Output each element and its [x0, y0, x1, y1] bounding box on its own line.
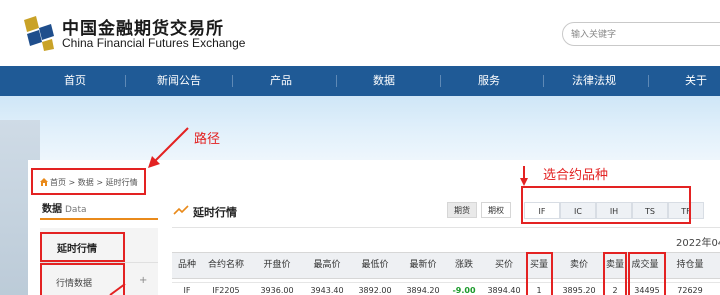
column-header-contract: 合约名称	[207, 260, 244, 270]
column-header-high: 最高价	[313, 260, 341, 270]
table-cell-ask: 3895.20	[562, 286, 596, 295]
nav-item-data[interactable]: 数据	[373, 66, 395, 96]
trend-line-icon	[173, 205, 189, 215]
sidebar-expand-icon[interactable]: +	[139, 275, 147, 286]
nav-item-home[interactable]: 首页	[64, 66, 86, 96]
nav-separator	[648, 75, 649, 87]
nav-separator	[336, 75, 337, 87]
column-header-ask: 卖价	[569, 260, 588, 270]
annotation-box-volume	[628, 252, 666, 295]
table-cell-last: 3894.20	[406, 286, 440, 295]
tab-options[interactable]: 期权	[481, 202, 511, 218]
main-nav: 首页 新闻公告 产品 数据 服务 法律法规 关于	[0, 66, 720, 96]
annotation-box-breadcrumb	[31, 168, 146, 195]
annotation-label-contract: 选合约品种	[543, 168, 609, 183]
column-header-open: 开盘价	[263, 260, 291, 270]
nav-item-laws[interactable]: 法律法规	[572, 66, 616, 96]
page-title: 延时行情	[193, 206, 237, 219]
logo-english-name: China Financial Futures Exchange	[62, 36, 246, 50]
table-cell-low: 3892.00	[358, 286, 392, 295]
nav-separator	[440, 75, 441, 87]
nav-separator	[125, 75, 126, 87]
table-cell-high: 3943.40	[310, 286, 344, 295]
table-cell-variety: IF	[183, 286, 191, 295]
sidebar-title-underline	[40, 218, 158, 220]
annotation-box-ask-volume	[603, 252, 627, 295]
column-header-bid: 买价	[494, 260, 513, 270]
nav-separator	[232, 75, 233, 87]
table-cell-open: 3936.00	[260, 286, 294, 295]
quote-date: 2022年04	[676, 238, 720, 249]
nav-item-about[interactable]: 关于	[685, 66, 707, 96]
nav-item-news[interactable]: 新闻公告	[157, 66, 201, 96]
annotation-box-sidebar-market-data	[40, 263, 125, 295]
annotation-label-path: 路径	[194, 132, 221, 147]
annotation-box-product-tabs	[521, 186, 691, 224]
sidebar-title-en: Data	[65, 205, 87, 215]
nav-separator	[543, 75, 544, 87]
title-divider	[172, 227, 720, 228]
page-banner	[0, 96, 720, 160]
sidebar-title: 数据 Data	[42, 200, 87, 215]
annotation-box-sidebar-active	[40, 232, 125, 262]
cffex-logo-icon[interactable]	[22, 14, 56, 52]
table-cell-open-interest: 72629	[677, 286, 703, 295]
tab-futures[interactable]: 期货	[447, 202, 477, 218]
column-header-last: 最新价	[409, 260, 437, 270]
search-box	[562, 22, 720, 46]
site-header: 中国金融期货交易所 China Financial Futures Exchan…	[0, 0, 720, 66]
column-header-variety: 品种	[177, 260, 196, 270]
table-cell-contract[interactable]: IF2205	[202, 284, 250, 295]
search-input[interactable]	[571, 26, 720, 43]
column-header-change: 涨跌	[454, 260, 473, 270]
annotation-box-bid-volume	[526, 252, 553, 295]
table-cell-bid: 3894.40	[487, 286, 521, 295]
column-header-open-interest: 持仓量	[676, 260, 704, 270]
nav-item-services[interactable]: 服务	[478, 66, 500, 96]
table-cell-change: -9.00	[452, 286, 476, 295]
sidebar-title-cn: 数据	[42, 204, 62, 215]
column-header-low: 最低价	[361, 260, 389, 270]
nav-item-products[interactable]: 产品	[270, 66, 292, 96]
